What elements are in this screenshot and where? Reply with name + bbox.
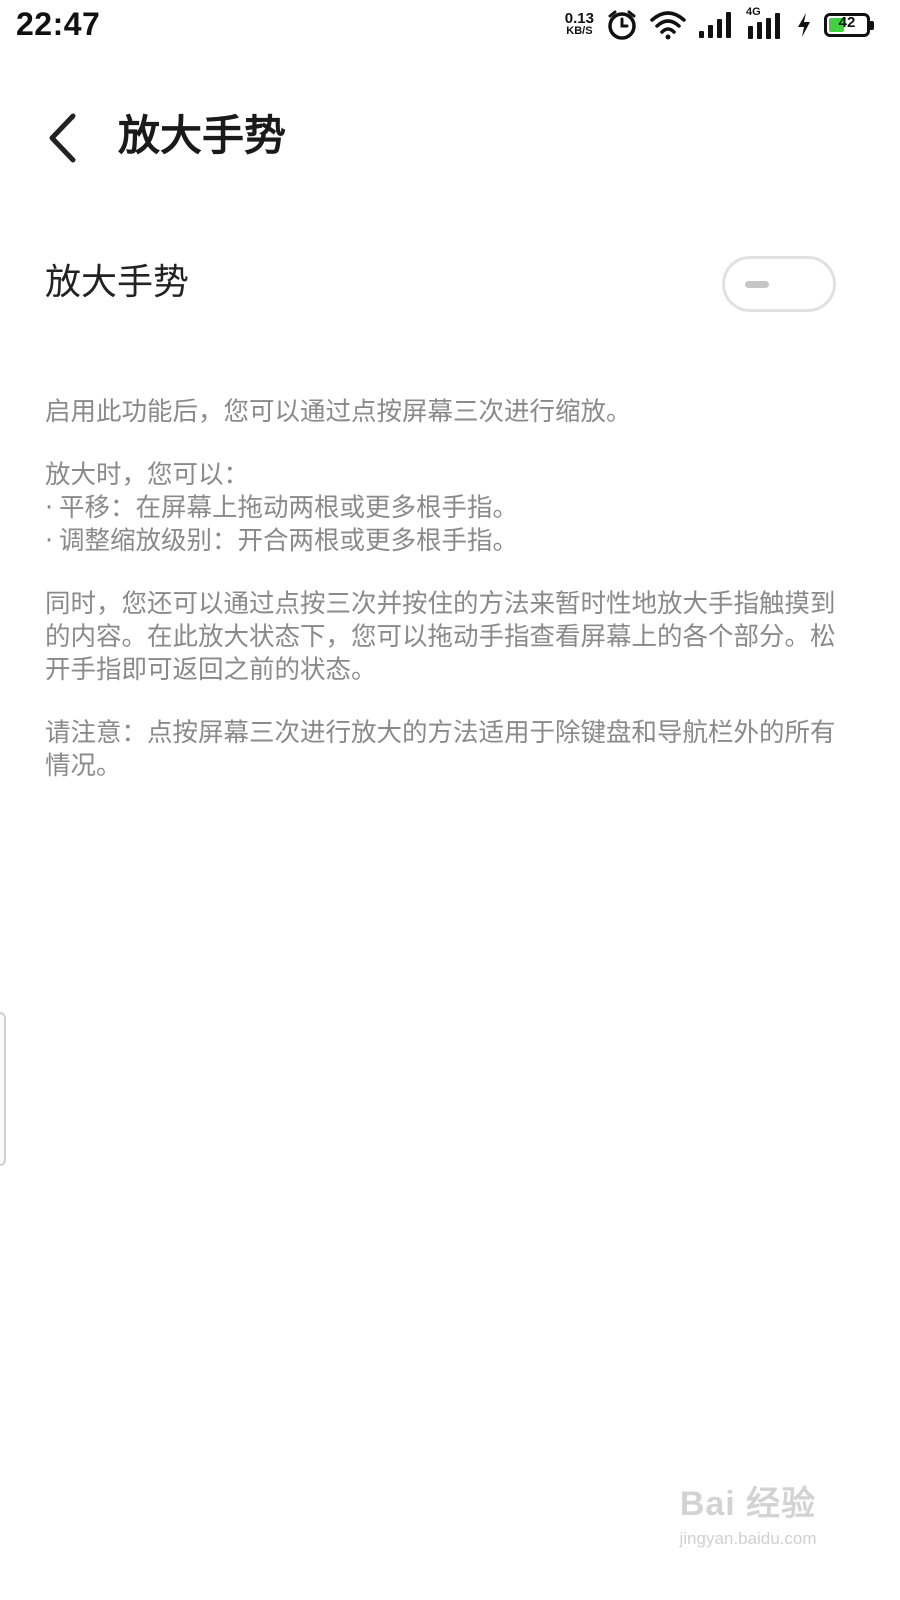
network-speed: 0.13 KB/S — [564, 10, 594, 38]
watermark-logo: Bai 经验 — [679, 1485, 817, 1523]
description-intro: 启用此功能后，您可以通过点按屏幕三次进行缩放。 — [45, 397, 632, 427]
list-item: · 平移：在屏幕上拖动两根或更多根手指。 — [45, 493, 519, 523]
bullet-pan: 平移：在屏幕上拖动两根或更多根手指。 — [59, 493, 519, 523]
battery-icon: 42 — [824, 13, 874, 37]
back-button[interactable] — [34, 106, 90, 170]
alarm-icon — [608, 10, 636, 40]
signal-icon — [699, 12, 731, 38]
description-temporary: 同时，您还可以通过点按三次并按住的方法来暂时性地放大手指触摸到的内容。在此放大状… — [45, 589, 836, 685]
chevron-left-icon — [49, 113, 76, 163]
battery-level: 42 — [838, 14, 856, 31]
setting-label: 放大手势 — [45, 262, 190, 303]
edge-handle[interactable] — [0, 1012, 6, 1166]
baidu-jingyan-watermark: Bai 经验 jingyan.baidu.com — [658, 1476, 838, 1556]
signal-4g-icon: 4G — [746, 6, 784, 40]
network-speed-value: 0.13 — [564, 10, 594, 27]
magnification-gesture-row[interactable]: 放大手势 — [0, 240, 900, 330]
description-when-zoomed: 放大时，您可以： — [45, 460, 250, 490]
status-time: 22:47 — [16, 6, 101, 42]
description: 启用此功能后，您可以通过点按屏幕三次进行缩放。 放大时，您可以： · 平移：在屏… — [45, 396, 845, 783]
status-bar: 22:47 0.13 KB/S 4G 42 — [0, 0, 900, 50]
charging-icon — [798, 13, 810, 37]
network-speed-unit: KB/S — [566, 25, 593, 37]
toggle-knob — [745, 281, 769, 288]
bullet-zoom-level: 调整缩放级别：开合两根或更多根手指。 — [59, 526, 519, 556]
wifi-icon — [650, 11, 686, 40]
magnification-toggle[interactable] — [722, 256, 836, 312]
watermark-url: jingyan.baidu.com — [679, 1529, 817, 1548]
page-title: 放大手势 — [118, 111, 287, 160]
status-icons: 0.13 KB/S 4G 42 — [564, 6, 874, 42]
description-note: 请注意：点按屏幕三次进行放大的方法适用于除键盘和导航栏外的所有情况。 — [45, 718, 836, 781]
list-item: · 调整缩放级别：开合两根或更多根手指。 — [45, 526, 519, 556]
